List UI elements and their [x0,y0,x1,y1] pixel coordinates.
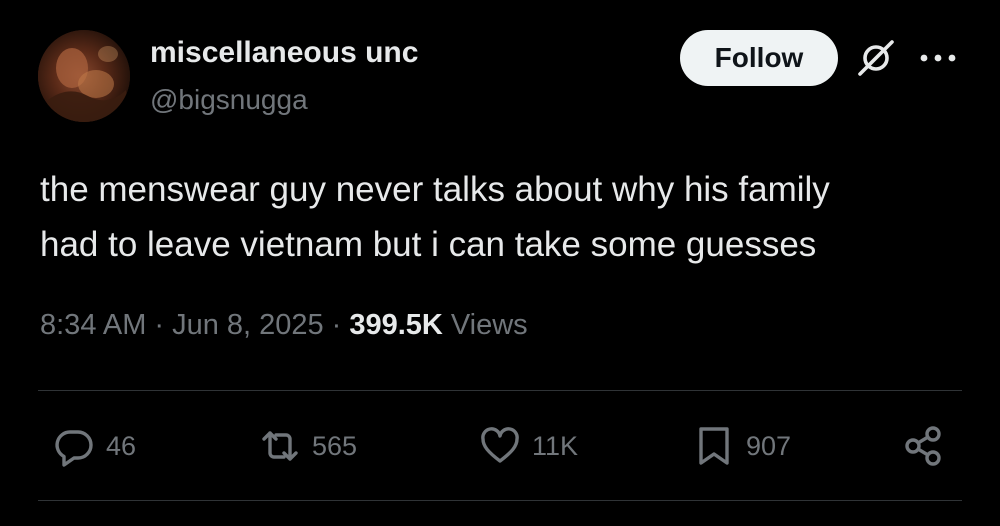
tweet-card: miscellaneous unc @bigsnugga Follow the … [0,0,1000,526]
meta-separator: · [331,309,342,341]
like-count: 11K [532,430,579,461]
avatar-image [38,30,130,122]
retweet-button[interactable]: 565 [258,424,357,468]
reply-count: 46 [106,430,137,461]
user-handle[interactable]: @bigsnugga [150,84,308,116]
tweet-text-line: had to leave vietnam but i can take some… [40,225,817,264]
avatar[interactable] [38,30,130,122]
tweet-text: the menswear guy never talks about why h… [40,162,970,272]
meta-separator: · [154,309,165,341]
reply-icon [55,430,93,467]
more-dots-icon[interactable] [916,44,960,72]
divider [38,500,962,501]
tweet-text-line: the menswear guy never talks about why h… [40,170,830,209]
share-button[interactable] [902,424,946,468]
tweet-date[interactable]: Jun 8, 2025 [172,309,324,342]
grok-icon[interactable] [856,38,896,78]
tweet-time[interactable]: 8:34 AM [40,309,146,342]
retweet-icon [262,431,298,461]
tweet-meta: 8:34 AM · Jun 8, 2025 · 399.5K Views [40,309,528,342]
retweet-count: 565 [312,430,358,461]
like-button[interactable]: 11K [478,424,578,468]
views-label: Views [450,309,528,341]
share-icon [905,426,941,466]
follow-button[interactable]: Follow [680,30,838,86]
display-name[interactable]: miscellaneous unc [150,36,418,70]
reply-button[interactable]: 46 [52,424,136,468]
bookmark-button[interactable]: 907 [692,424,791,468]
views-count: 399.5K [349,309,443,341]
divider [38,390,962,391]
bookmark-icon [699,427,729,465]
heart-icon [481,427,519,463]
bookmark-count: 907 [746,430,792,461]
